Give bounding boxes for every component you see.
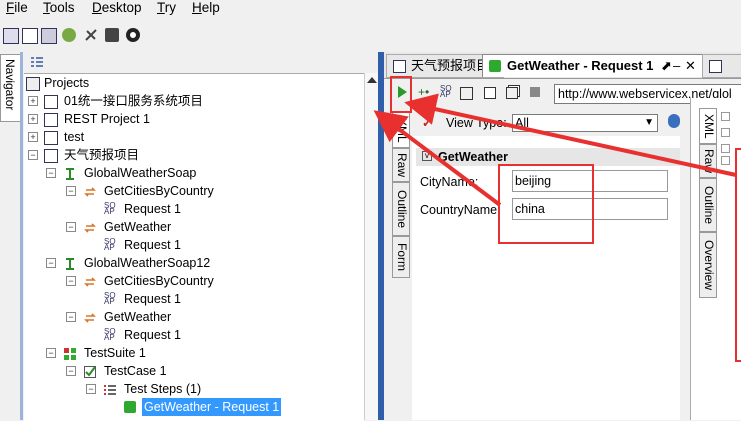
annotation-arrows xyxy=(373,93,737,207)
annotation-arrow-response xyxy=(404,93,737,177)
annotation-arrow-fields xyxy=(373,110,502,207)
